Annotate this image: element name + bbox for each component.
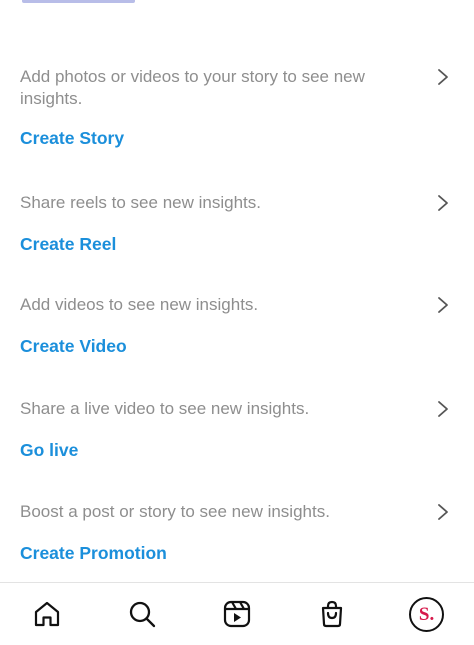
top-progress-bar [22,0,135,3]
insight-description[interactable]: Boost a post or story to see new insight… [20,501,415,523]
nav-profile[interactable]: S. [403,590,451,638]
insight-section-story: Add photos or videos to your story to se… [0,62,474,166]
chevron-right-icon[interactable] [436,194,450,212]
go-live-button[interactable]: Go live [20,440,78,461]
avatar-letter: S. [418,603,435,625]
insight-section-promotion: Boost a post or story to see new insight… [0,476,474,580]
nav-home[interactable] [23,590,71,638]
insight-description[interactable]: Add videos to see new insights. [20,294,415,316]
chevron-right-icon[interactable] [436,400,450,418]
bottom-tab-bar: S. [0,582,474,645]
insight-section-reel: Share reels to see new insights. Create … [0,166,474,270]
chevron-right-icon[interactable] [436,68,450,86]
shop-bag-icon [321,600,342,628]
chevron-right-icon[interactable] [436,503,450,521]
insight-section-live: Share a live video to see new insights. … [0,373,474,477]
create-video-button[interactable]: Create Video [20,336,127,357]
create-promotion-button[interactable]: Create Promotion [20,543,167,564]
insight-description[interactable]: Share a live video to see new insights. [20,398,415,420]
insight-section-video: Add videos to see new insights. Create V… [0,269,474,373]
insight-description[interactable]: Share reels to see new insights. [20,192,415,214]
nav-reels[interactable] [213,590,261,638]
search-icon [130,601,156,628]
insight-description[interactable]: Add photos or videos to your story to se… [20,66,415,110]
profile-avatar: S. [409,596,445,632]
nav-search[interactable] [118,590,166,638]
chevron-right-icon[interactable] [436,296,450,314]
insights-list: Add photos or videos to your story to se… [0,62,474,580]
create-reel-button[interactable]: Create Reel [20,234,116,255]
reels-icon [223,600,251,628]
create-story-button[interactable]: Create Story [20,128,124,149]
home-icon [35,601,60,627]
nav-shop[interactable] [308,590,356,638]
